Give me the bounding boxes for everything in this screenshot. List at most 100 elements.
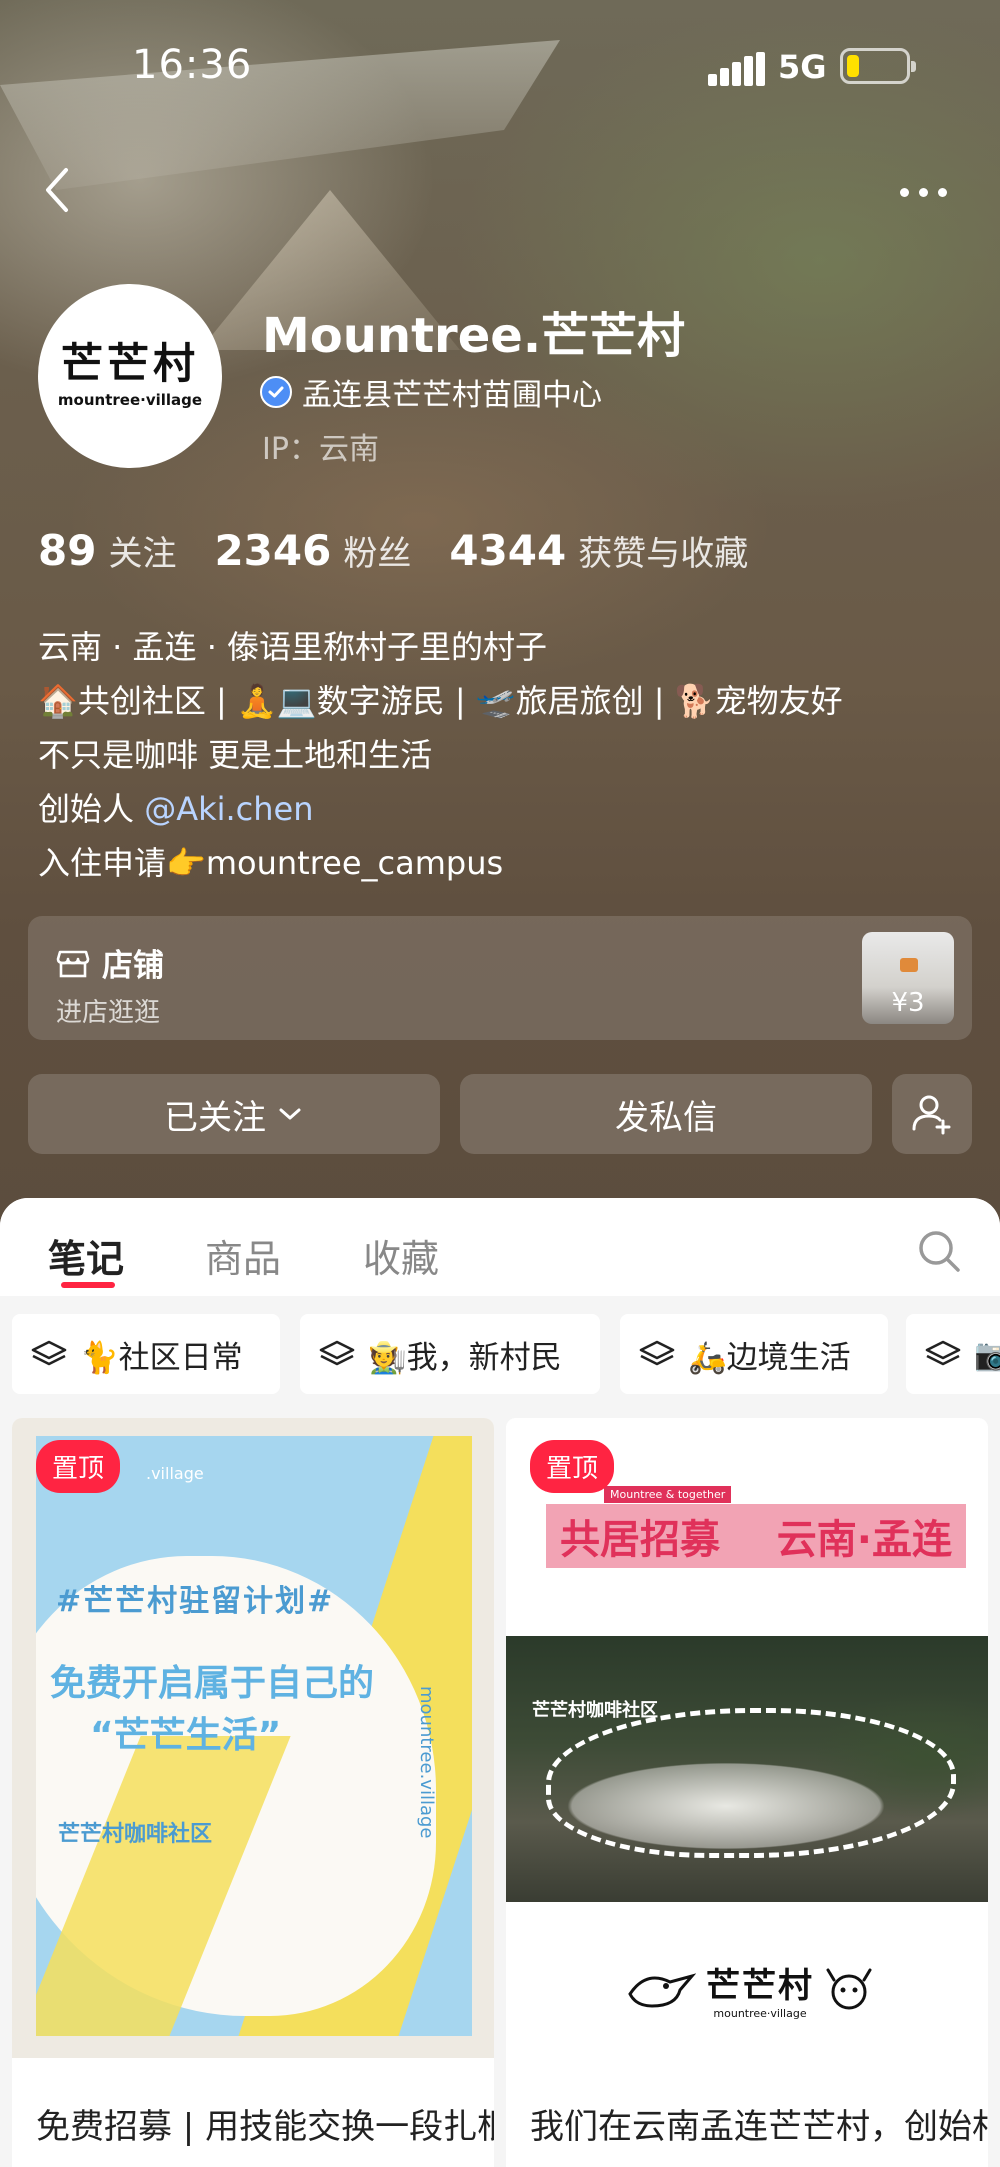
collection-chip-label: 📷 (974, 1336, 1000, 1373)
chevron-down-icon (279, 1108, 301, 1120)
poster-logo-cn: 芒芒村 (706, 1966, 814, 2006)
poster-main-line: “芒芒生活” (90, 1715, 282, 1756)
verified-org: 孟连县芒芒村苗圃中心 (302, 378, 602, 413)
note-card[interactable]: Mountree & together 共居招募 云南·孟连 芒芒村咖啡社区 芒… (506, 1418, 988, 2167)
bio-line: 不只是咖啡 更是土地和生活 (38, 736, 433, 774)
tab-collections[interactable]: 收藏 (363, 1228, 439, 1283)
profile-tabs: 笔记 商品 收藏 (0, 1198, 1000, 1296)
verified-check-icon (260, 376, 292, 408)
add-friend-button[interactable] (892, 1074, 972, 1154)
profile-bio: 云南 · 孟连 · 傣语里称村子里的村子 🏠共创社区 | 🧘💻数字游民 | 🛫旅… (38, 620, 978, 890)
content-panel: 笔记 商品 收藏 🐈社区日常 🧑‍🌾我，新村民 🛵边境生活 📷 (0, 1198, 1000, 2167)
stat-label: 关注 (108, 534, 177, 574)
bio-line: 云南 · 孟连 · 傣语里称村子里的村子 (38, 628, 548, 666)
avatar[interactable]: 芒芒村 mountree·village (38, 284, 222, 468)
note-cover-image: .village #芒芒村驻留计划# 免费开启属于自己的 “芒芒生活” 芒芒村咖… (12, 1418, 494, 2058)
collection-chip-label: 🧑‍🌾我，新村民 (368, 1339, 562, 1376)
message-button[interactable]: 发私信 (460, 1074, 872, 1154)
bio-line-founder: 创始人 @Aki.chen (38, 782, 978, 836)
poster-sub-text: 芒芒村咖啡社区 (58, 1822, 213, 1847)
poster-title-left: 共居招募 (560, 1517, 720, 1563)
layers-icon (925, 1340, 961, 1366)
stat-number: 89 (38, 526, 97, 575)
bio-founder-prefix: 创始人 (38, 790, 145, 828)
stat-label: 粉丝 (343, 534, 412, 574)
tab-notes[interactable]: 笔记 (48, 1228, 124, 1283)
collection-chips: 🐈社区日常 🧑‍🌾我，新村民 🛵边境生活 📷 (0, 1296, 1000, 1408)
shop-subtitle: 进店逛逛 (56, 998, 161, 1028)
pinned-badge: 置顶 (36, 1440, 121, 1493)
layers-icon (31, 1340, 67, 1366)
shop-card[interactable]: 店铺 进店逛逛 ¥3 (28, 916, 972, 1040)
search-icon (919, 1231, 960, 1272)
bio-line: 入住申请👉mountree_campus (38, 844, 504, 882)
poster-logo: 芒芒村 mountree·village (626, 1958, 874, 2020)
cow-icon (826, 1968, 872, 2010)
status-bar: 16:36 5G (0, 0, 1000, 130)
collection-chip-label: 🐈社区日常 (80, 1339, 243, 1376)
followed-label: 已关注 (164, 1097, 266, 1138)
collection-chip[interactable]: 📷 (906, 1314, 1000, 1394)
back-button[interactable] (36, 160, 82, 220)
poster-main-text: 免费开启属于自己的 “芒芒生活” (50, 1658, 374, 1762)
poster-vertical-text: mountree.village (416, 1686, 437, 1839)
layers-icon (319, 1340, 355, 1366)
shop-product-price: ¥3 (891, 988, 925, 1018)
signal-icon (708, 52, 765, 86)
bird-icon (628, 1973, 696, 2008)
status-time: 16:36 (132, 42, 253, 88)
layers-icon (639, 1340, 675, 1366)
note-title: 免费招募 | 用技能交换一段扎根的生活 (36, 2107, 494, 2147)
collection-chip[interactable]: 🐈社区日常 (12, 1314, 280, 1394)
collection-chip-label: 🛵边境生活 (688, 1339, 851, 1376)
stat-following[interactable]: 89 关注 (38, 526, 176, 575)
poster-logo-en: mountree·village (713, 2007, 807, 2020)
note-title: 我们在云南孟连芒芒村，创始村民开启招募啦 (530, 2107, 988, 2147)
battery-icon (840, 48, 916, 84)
collection-chip[interactable]: 🛵边境生活 (620, 1314, 888, 1394)
dashed-outline (546, 1708, 956, 1858)
message-label: 发私信 (615, 1097, 717, 1138)
dot-icon (900, 187, 909, 197)
avatar-logo-en: mountree·village (57, 391, 203, 409)
village-aerial-photo: 芒芒村咖啡社区 (506, 1636, 988, 1902)
pinned-badge: 置顶 (530, 1440, 615, 1493)
note-cover-image: Mountree & together 共居招募 云南·孟连 芒芒村咖啡社区 芒… (506, 1418, 988, 2058)
shop-title: 店铺 (102, 948, 164, 984)
photo-label: 芒芒村咖啡社区 (532, 1700, 658, 1721)
avatar-logo-cn: 芒芒村 (60, 339, 199, 388)
ip-location: IP：云南 (262, 432, 379, 467)
profile-actions: 已关注 发私信 (28, 1074, 972, 1154)
bio-line: 🏠共创社区 | 🧘💻数字游民 | 🛫旅居旅创 | 🐕宠物友好 (38, 682, 843, 720)
dot-icon (919, 187, 928, 197)
more-options-button[interactable] (900, 172, 964, 212)
network-type: 5G (778, 48, 827, 86)
followed-button[interactable]: 已关注 (28, 1074, 440, 1154)
shop-product-thumbnail[interactable]: ¥3 (862, 932, 954, 1024)
add-user-icon (912, 1095, 951, 1135)
tab-products[interactable]: 商品 (205, 1228, 281, 1283)
shop-icon (56, 950, 90, 977)
chevron-left-icon (46, 168, 68, 212)
stat-label: 获赞与收藏 (578, 534, 749, 574)
stat-number: 2346 (214, 526, 332, 575)
product-cup-icon (900, 958, 918, 972)
active-tab-indicator (61, 1282, 115, 1288)
collection-chip[interactable]: 🧑‍🌾我，新村民 (300, 1314, 600, 1394)
founder-mention-link[interactable]: @Aki.chen (144, 790, 313, 828)
stat-number: 4344 (449, 526, 567, 575)
stat-followers[interactable]: 2346 粉丝 (214, 526, 411, 575)
verified-info[interactable]: 孟连县芒芒村苗圃中心 (260, 370, 602, 414)
search-button[interactable] (916, 1228, 962, 1274)
profile-nickname: Mountree.芒芒村 (262, 308, 686, 364)
poster-main-line: 免费开启属于自己的 (50, 1663, 375, 1704)
profile-stats: 89 关注 2346 粉丝 4344 获赞与收藏 (38, 526, 786, 575)
poster-top-text: .village (146, 1464, 204, 1483)
poster-tag: #芒芒村驻留计划# (56, 1584, 335, 1619)
poster-small-tag: Mountree & together (604, 1486, 732, 1503)
stat-likes[interactable]: 4344 获赞与收藏 (449, 526, 748, 575)
poster-title-banner: 共居招募 云南·孟连 (546, 1504, 966, 1568)
dot-icon (938, 187, 947, 197)
note-card[interactable]: .village #芒芒村驻留计划# 免费开启属于自己的 “芒芒生活” 芒芒村咖… (12, 1418, 494, 2167)
shop-title-row: 店铺 (56, 940, 164, 985)
